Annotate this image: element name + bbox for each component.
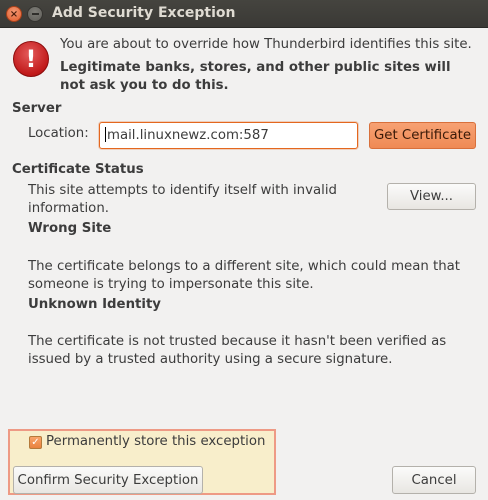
issue-description: The certificate is not trusted because i… (28, 334, 447, 367)
close-icon: × (9, 8, 19, 20)
permanent-checkbox[interactable]: ✓ (29, 436, 42, 449)
window-title: Add Security Exception (52, 5, 236, 21)
permanent-checkbox-label[interactable]: Permanently store this exception (46, 434, 265, 449)
location-input[interactable]: mail.linuxnewz.com:587 (99, 122, 358, 149)
get-certificate-button[interactable]: Get Certificate (369, 122, 476, 149)
minimize-window-button[interactable] (27, 6, 43, 22)
issue-description: The certificate belongs to a different s… (28, 259, 461, 292)
issue-title: Wrong Site (28, 221, 112, 236)
location-label: Location: (28, 126, 89, 141)
location-value: mail.linuxnewz.com:587 (107, 128, 269, 143)
text-caret (105, 127, 106, 142)
confirm-exception-button[interactable]: Confirm Security Exception (13, 466, 203, 494)
cancel-label: Cancel (411, 472, 457, 488)
server-heading: Server (12, 101, 62, 116)
view-label: View... (409, 189, 453, 204)
certificate-status-heading: Certificate Status (12, 162, 144, 177)
confirm-label: Confirm Security Exception (17, 472, 199, 488)
issue-title: Unknown Identity (28, 297, 161, 312)
view-certificate-button[interactable]: View... (387, 183, 476, 210)
warning-text: You are about to override how Thunderbir… (60, 37, 472, 52)
status-summary: This site attempts to identify itself wi… (28, 183, 337, 216)
get-certificate-label: Get Certificate (374, 128, 471, 143)
cancel-button[interactable]: Cancel (392, 466, 476, 494)
minimize-icon (31, 13, 39, 15)
close-window-button[interactable]: × (6, 6, 22, 22)
window-titlebar: × Add Security Exception (0, 0, 488, 28)
alert-icon: ! (13, 41, 49, 77)
warning-strong-text: Legitimate banks, stores, and other publ… (60, 60, 451, 93)
